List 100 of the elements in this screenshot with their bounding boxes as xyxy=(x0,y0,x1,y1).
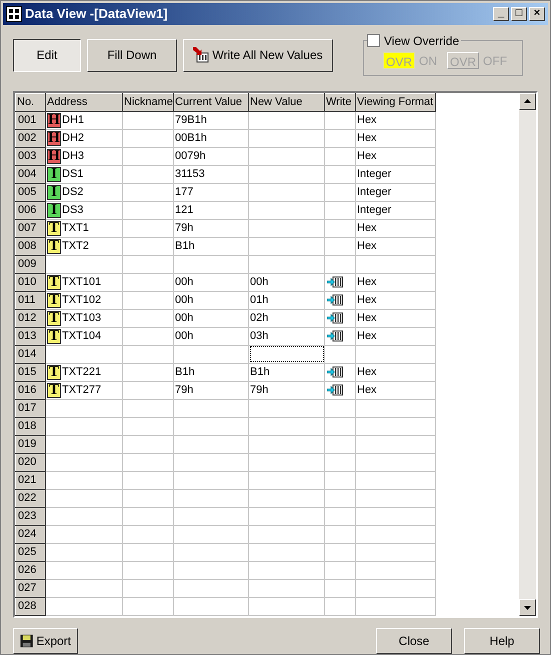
type-badge: T xyxy=(47,328,61,344)
export-button[interactable]: Export xyxy=(13,628,78,654)
address-text: DS1 xyxy=(62,166,84,182)
address-text: DH2 xyxy=(62,130,84,146)
type-badge: I xyxy=(47,166,61,182)
row-header[interactable]: 026 xyxy=(16,561,46,580)
new-value: 79h xyxy=(250,384,268,396)
row-header[interactable]: 009 xyxy=(16,255,46,274)
row-header[interactable]: 005 xyxy=(16,183,46,202)
column-header[interactable]: Nickname xyxy=(122,93,174,112)
row-header[interactable]: 027 xyxy=(16,579,46,598)
address-text: TXT277 xyxy=(62,382,102,398)
up-arrow-icon xyxy=(524,99,531,104)
new-value: 00h xyxy=(250,276,268,288)
address-text: DH1 xyxy=(62,112,84,128)
address-text: DS2 xyxy=(62,184,84,200)
column-header[interactable]: Viewing Format xyxy=(356,93,436,112)
maximize-button[interactable]: □ xyxy=(511,6,527,21)
type-badge: I xyxy=(47,184,61,200)
type-badge: T xyxy=(47,310,61,326)
row-header[interactable]: 024 xyxy=(16,525,46,544)
row-header[interactable]: 010 xyxy=(16,273,46,292)
format-text: Hex xyxy=(357,384,377,396)
current-value: B1h xyxy=(175,366,195,378)
row-header[interactable]: 007 xyxy=(16,219,46,238)
focused-cell[interactable] xyxy=(248,345,324,364)
format-text: Hex xyxy=(357,366,377,378)
row-header[interactable]: 028 xyxy=(16,597,46,616)
current-value: B1h xyxy=(175,240,195,252)
current-value: 00B1h xyxy=(175,132,207,144)
row-header[interactable]: 017 xyxy=(16,399,46,418)
row-header[interactable]: 013 xyxy=(16,327,46,346)
row-header[interactable]: 012 xyxy=(16,309,46,328)
current-value: 79h xyxy=(175,222,194,234)
column-header[interactable]: Current Value xyxy=(174,93,248,112)
window-title: Data View -[DataView1] xyxy=(25,5,168,24)
row-header[interactable]: 003 xyxy=(16,147,46,166)
dialog-button[interactable]: Close xyxy=(376,628,452,654)
type-badge: T xyxy=(47,382,61,398)
row-header[interactable]: 019 xyxy=(16,435,46,454)
row-header[interactable]: 016 xyxy=(16,381,46,400)
dialog-button[interactable]: Help xyxy=(464,628,540,654)
address-text: TXT1 xyxy=(62,220,89,236)
minimize-button[interactable]: _ xyxy=(493,6,509,21)
row-header[interactable]: 023 xyxy=(16,507,46,526)
toolbar-button[interactable]: Edit xyxy=(13,38,81,72)
format-text: Hex xyxy=(357,330,377,342)
address-text: TXT103 xyxy=(62,310,102,326)
scroll-up-button[interactable] xyxy=(519,92,536,110)
scroll-down-button[interactable] xyxy=(519,599,536,616)
address-text: TXT101 xyxy=(62,274,102,290)
checkbox-label: View Override xyxy=(384,32,460,50)
write-all-button[interactable]: Write All New Values xyxy=(183,38,333,72)
row-header[interactable]: 021 xyxy=(16,471,46,490)
row-header[interactable]: 002 xyxy=(16,129,46,148)
current-value: 31153 xyxy=(175,168,205,180)
format-text: Hex xyxy=(357,150,377,162)
format-text: Integer xyxy=(357,204,392,216)
new-value: 03h xyxy=(250,330,268,342)
type-badge: I xyxy=(47,202,61,218)
new-value: 01h xyxy=(250,294,268,306)
close-button[interactable]: × xyxy=(529,6,545,21)
row-header[interactable]: 008 xyxy=(16,237,46,256)
format-text: Hex xyxy=(357,222,377,234)
format-text: Hex xyxy=(357,294,377,306)
checkbox[interactable] xyxy=(367,34,380,48)
current-value: 177 xyxy=(175,186,194,198)
scrollbar[interactable] xyxy=(519,92,536,616)
current-value: 79B1h xyxy=(175,114,207,126)
column-header[interactable]: Address xyxy=(46,93,122,112)
row-header[interactable]: 015 xyxy=(16,363,46,382)
format-text: Hex xyxy=(357,114,377,126)
write-icon xyxy=(193,47,210,64)
current-value: 79h xyxy=(175,384,194,396)
column-header[interactable]: No. xyxy=(16,93,46,112)
row-header[interactable]: 014 xyxy=(16,345,46,364)
column-header[interactable]: New Value xyxy=(248,93,324,112)
row-header[interactable]: 022 xyxy=(16,489,46,508)
row-header[interactable]: 020 xyxy=(16,453,46,472)
format-text: Integer xyxy=(357,168,392,180)
row-header[interactable]: 025 xyxy=(16,543,46,562)
row-header[interactable]: 004 xyxy=(16,165,46,184)
app-icon xyxy=(6,6,22,22)
address-text: DH3 xyxy=(62,148,84,164)
row-header[interactable]: 006 xyxy=(16,201,46,220)
toolbar-button[interactable]: Fill Down xyxy=(87,38,177,72)
format-text: Hex xyxy=(357,312,377,324)
type-badge: T xyxy=(47,274,61,290)
type-badge: H xyxy=(47,148,61,164)
row-header[interactable]: 018 xyxy=(16,417,46,436)
row-header[interactable]: 011 xyxy=(16,291,46,310)
current-value: 0079h xyxy=(175,150,206,162)
column-header[interactable]: Write xyxy=(324,93,356,112)
address-text: DS3 xyxy=(62,202,84,218)
address-text: TXT221 xyxy=(62,364,102,380)
current-value: 00h xyxy=(175,276,194,288)
current-value: 00h xyxy=(175,294,194,306)
new-value: 02h xyxy=(250,312,268,324)
row-header[interactable]: 001 xyxy=(16,111,46,130)
type-badge: H xyxy=(47,130,61,146)
